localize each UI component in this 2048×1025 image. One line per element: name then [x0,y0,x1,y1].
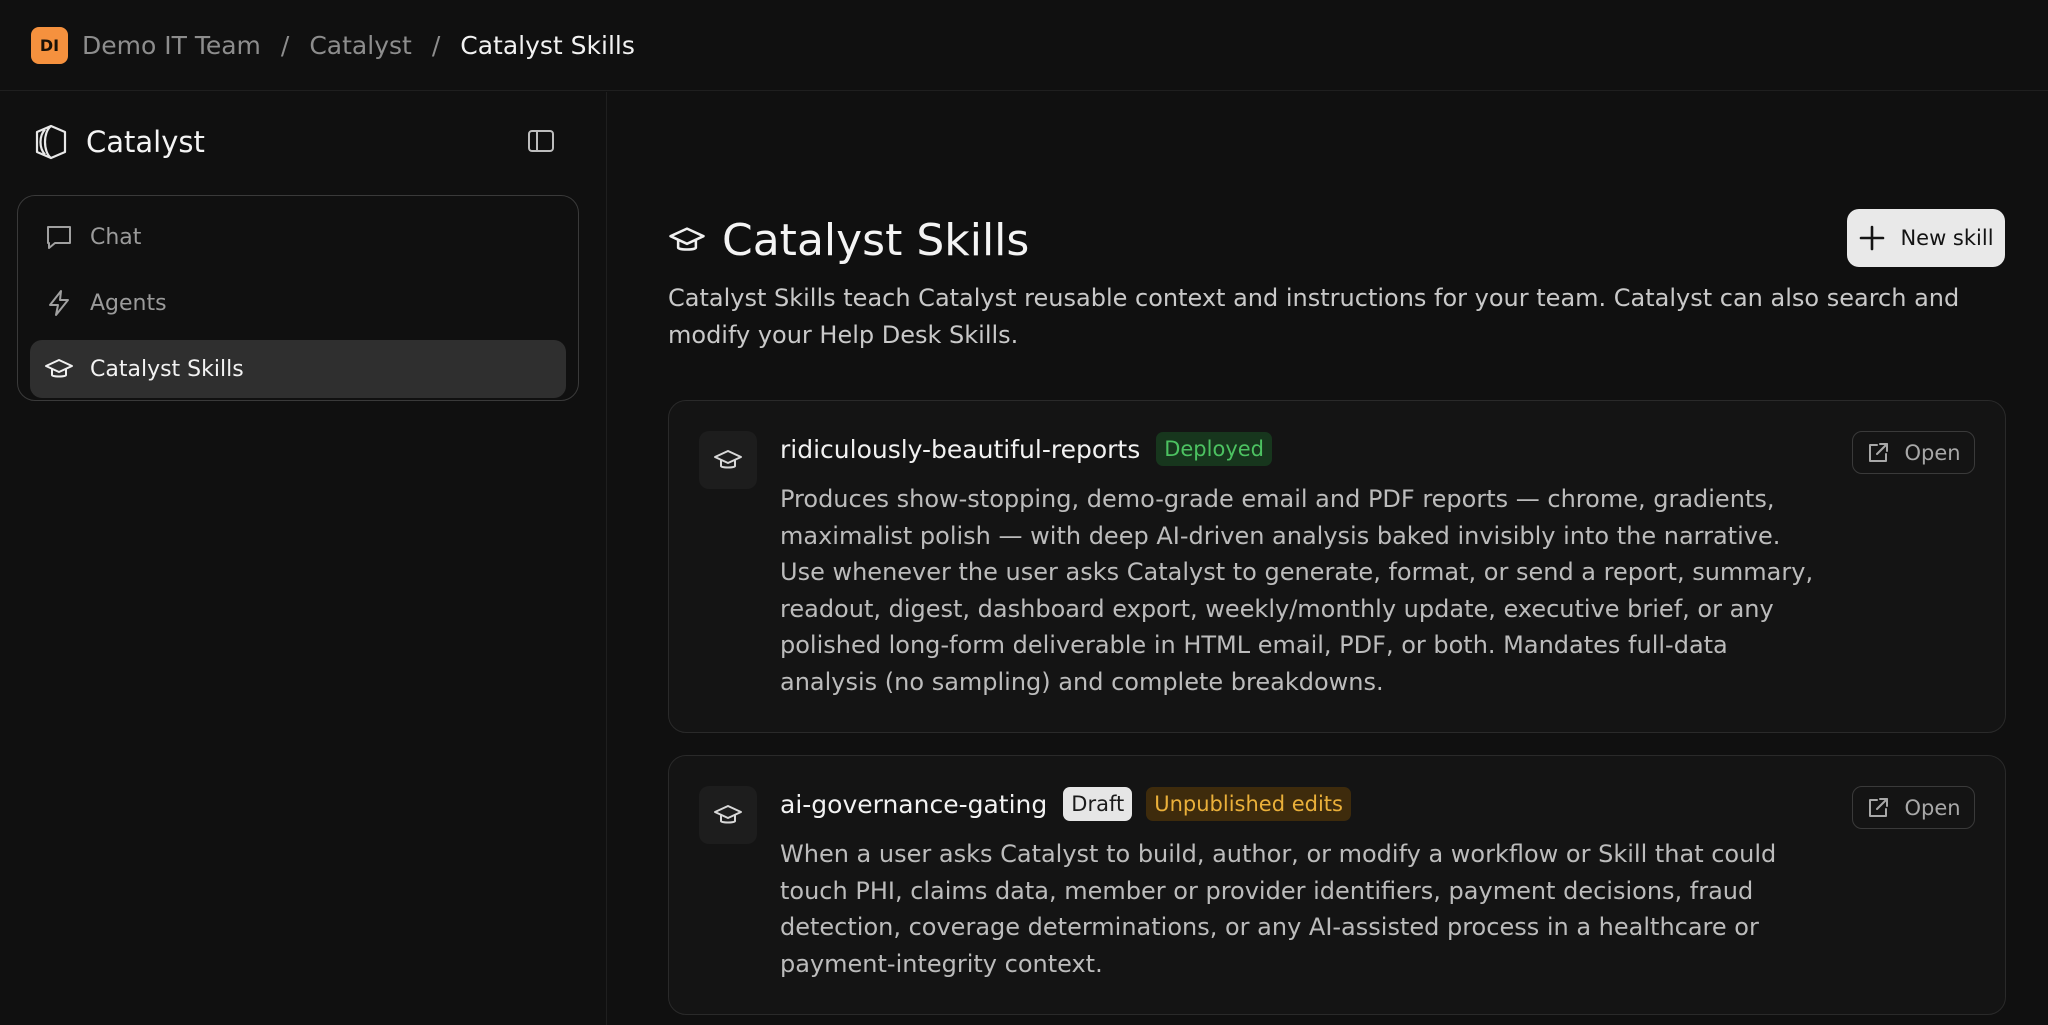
brand-name: Catalyst [86,125,205,159]
sidebar-item-agents[interactable]: Agents [30,274,566,332]
status-badge-unpublished: Unpublished edits [1146,787,1351,821]
graduation-cap-icon [44,354,74,384]
sidebar-item-label: Chat [90,224,142,250]
open-skill-button[interactable]: Open [1852,786,1975,829]
open-label: Open [1904,795,1961,820]
page-header: Catalyst Skills [668,210,1029,270]
chat-bubble-icon [44,222,74,252]
skill-body: ridiculously-beautiful-reports Deployed … [780,431,1830,701]
plus-icon [1858,224,1886,252]
sidebar-item-catalyst-skills[interactable]: Catalyst Skills [30,340,566,398]
skill-name: ridiculously-beautiful-reports [780,434,1141,464]
page-description: Catalyst Skills teach Catalyst reusable … [668,284,1960,349]
sidebar-item-label: Catalyst Skills [90,356,244,382]
sidebar-item-label: Agents [90,290,167,316]
skill-body: ai-governance-gating Draft Unpublished e… [780,786,1830,982]
breadcrumb: Demo IT Team / Catalyst / Catalyst Skill… [82,31,635,60]
sidebar-nav: Chat Agents Catalyst Skills [17,195,579,401]
graduation-cap-icon [713,800,743,830]
open-label: Open [1904,440,1961,465]
breadcrumb-separator: / [431,30,441,60]
skill-title-row: ai-governance-gating Draft Unpublished e… [780,786,1830,822]
skill-title-row: ridiculously-beautiful-reports Deployed [780,431,1830,467]
skill-description: Produces show-stopping, demo-grade email… [780,485,1814,696]
page-title: Catalyst Skills [722,214,1030,266]
new-skill-label: New skill [1900,226,1994,250]
skill-card[interactable]: ai-governance-gating Draft Unpublished e… [668,755,2006,1015]
external-link-icon [1866,441,1890,465]
sidebar: Catalyst Chat Agents Catalyst Skills [0,92,607,1025]
lightning-icon [44,288,74,318]
open-skill-button[interactable]: Open [1852,431,1975,474]
skill-icon-tile [699,786,757,844]
sidebar-toggle-button[interactable] [525,125,557,157]
top-bar: DI Demo IT Team / Catalyst / Catalyst Sk… [0,0,2048,91]
skill-name: ai-governance-gating [780,789,1048,819]
status-badge-deployed: Deployed [1156,432,1272,466]
graduation-cap-icon [668,221,706,259]
breadcrumb-item-catalyst[interactable]: Catalyst [309,31,411,60]
external-link-icon [1866,796,1890,820]
org-avatar[interactable]: DI [31,26,68,64]
new-skill-button[interactable]: New skill [1847,209,2005,267]
breadcrumb-item-org[interactable]: Demo IT Team [82,31,261,60]
skill-card[interactable]: ridiculously-beautiful-reports Deployed … [668,400,2006,733]
catalyst-logo-icon [32,123,70,161]
main-content: Catalyst Skills New skill Catalyst Skill… [608,92,2048,1025]
status-badge-draft: Draft [1063,787,1133,821]
skill-icon-tile [699,431,757,489]
breadcrumb-item-current: Catalyst Skills [460,30,635,60]
sidebar-item-chat[interactable]: Chat [30,208,566,266]
sidebar-toggle-icon [527,128,555,154]
sidebar-brand: Catalyst [32,120,562,164]
breadcrumb-separator: / [280,30,290,60]
skill-description: When a user asks Catalyst to build, auth… [780,840,1777,978]
graduation-cap-icon [713,445,743,475]
